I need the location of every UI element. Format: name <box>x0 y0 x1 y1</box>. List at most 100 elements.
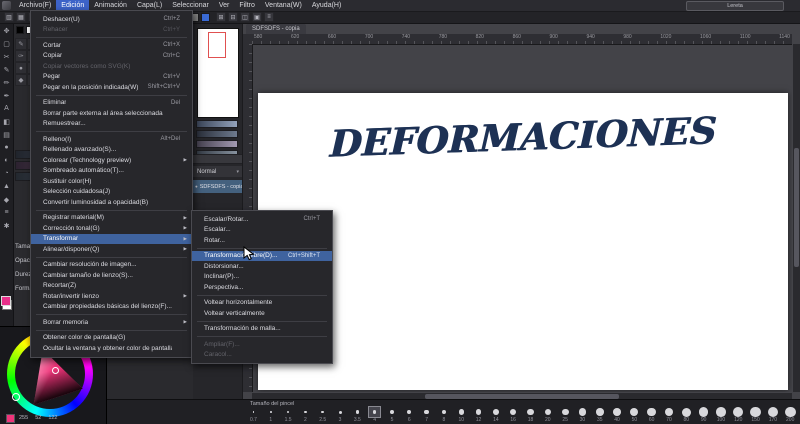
edit-menu-option[interactable]: Pegar en la posición indicada(W) Shift+C… <box>31 82 192 93</box>
menu-item[interactable]: Ver <box>214 0 235 11</box>
brush-size-option[interactable]: 50 <box>629 407 640 424</box>
brush-size-option[interactable]: 170 <box>767 406 779 424</box>
transform-submenu-option[interactable]: Rotar... <box>192 235 332 246</box>
edit-menu-option[interactable]: Registrar material(M) ▶ <box>31 213 192 224</box>
navigator-preview[interactable] <box>197 28 239 118</box>
artboard[interactable]: DEFORMACIONES <box>258 93 788 390</box>
edit-menu-option[interactable]: Remuestrear... <box>31 119 192 130</box>
edit-menu-option[interactable]: Corrección tonal(G) ▶ <box>31 223 192 234</box>
tool-button[interactable]: A <box>0 102 13 115</box>
tool-button[interactable]: ≡ <box>0 206 13 219</box>
sv-cursor[interactable] <box>52 367 59 374</box>
edit-menu-option[interactable]: Sustituir color(H) <box>31 176 192 187</box>
brush-size-option[interactable]: 1 <box>265 407 276 424</box>
hue-cursor[interactable] <box>12 393 20 401</box>
tool-button[interactable]: ✏ <box>0 76 13 89</box>
gradient-bar[interactable] <box>196 140 238 148</box>
brush-size-option[interactable]: 7 <box>421 407 432 424</box>
tool-button[interactable]: ✥ <box>0 24 13 37</box>
brush-size-option[interactable]: 12 <box>473 407 484 424</box>
transform-submenu-option[interactable]: Escalar/Rotar... Ctrl+T <box>192 214 332 225</box>
edit-menu-option[interactable]: Selección cuidadosa(J) <box>31 187 192 198</box>
edit-menu-option[interactable]: Convertir luminosidad a opacidad(B) <box>31 197 192 208</box>
transform-submenu-option[interactable]: Ampliar(F)... <box>192 339 332 350</box>
toolbar-icon-button[interactable]: ◫ <box>240 12 250 22</box>
brush-size-option[interactable]: 3.5 <box>352 407 363 424</box>
menu-item[interactable]: Filtro <box>234 0 260 11</box>
edit-menu-option[interactable]: Transformar ▶ <box>31 233 192 244</box>
edit-menu-option[interactable]: Obtener color de pantalla(G) <box>31 333 192 344</box>
tool-button[interactable]: ◆ <box>0 193 13 206</box>
brush-size-option[interactable]: 1.5 <box>283 407 294 424</box>
tool-button[interactable]: ● <box>0 141 13 154</box>
color-chip[interactable] <box>16 26 24 34</box>
edit-menu-option[interactable]: Cambiar resolución de imagen... <box>31 260 192 271</box>
brush-size-option[interactable]: 2.5 <box>317 407 328 424</box>
edit-menu-option[interactable]: Pegar Ctrl+V <box>31 72 192 83</box>
transform-submenu-option[interactable]: Caracol... <box>192 350 332 361</box>
brush-size-option[interactable]: 16 <box>508 407 519 424</box>
menu-item[interactable]: Ventana(W) <box>260 0 307 11</box>
brush-size-option[interactable]: 40 <box>612 407 623 424</box>
transform-submenu-option[interactable]: Transformación de malla... <box>192 324 332 335</box>
transform-submenu-option[interactable]: Voltear horizontalmente <box>192 298 332 309</box>
brush-size-option[interactable]: 18 <box>525 407 536 424</box>
tool-button[interactable]: ▢ <box>0 37 13 50</box>
brush-size-option[interactable]: 200 <box>784 406 796 424</box>
edit-menu-option[interactable]: Copiar Ctrl+C <box>31 51 192 62</box>
tool-button[interactable]: ✂ <box>0 50 13 63</box>
sub-tool-button[interactable]: ◆ <box>15 74 27 86</box>
transform-submenu-option[interactable]: Escalar... <box>192 225 332 236</box>
edit-menu-option[interactable]: Rellenado avanzado(S)... <box>31 145 192 156</box>
edit-menu-option[interactable]: Relleno(I) Alt+Del <box>31 134 192 145</box>
canvas-viewport[interactable]: DEFORMACIONES <box>252 44 792 392</box>
brush-size-option[interactable]: 150 <box>750 406 761 424</box>
toolbar-icon-button[interactable]: ▥ <box>4 12 14 22</box>
gradient-bar[interactable] <box>196 130 238 138</box>
vertical-scrollbar-thumb[interactable] <box>794 148 799 267</box>
brush-size-option[interactable]: 100 <box>715 407 726 424</box>
document-tab[interactable]: SDFSDFS - copia <box>246 24 306 34</box>
brush-size-option[interactable]: 120 <box>733 407 744 424</box>
transform-submenu-option[interactable]: Perspectiva... <box>192 282 332 293</box>
transform-submenu-option[interactable]: Voltear verticalmente <box>192 308 332 319</box>
edit-menu-option[interactable]: Cortar Ctrl+X <box>31 40 192 51</box>
brush-size-option[interactable]: 3 <box>335 407 346 424</box>
edit-menu-option[interactable]: Deshacer(U) Ctrl+Z <box>31 14 192 25</box>
tool-button[interactable]: ✱ <box>0 219 13 232</box>
edit-menu-option[interactable]: Sombreado automático(T)... <box>31 166 192 177</box>
transform-submenu-option[interactable]: Transformación libre(D)... Ctrl+Shift+T <box>192 250 332 261</box>
brush-size-option[interactable]: 0.7 <box>248 407 259 424</box>
toolbar-icon-button[interactable]: ▣ <box>252 12 262 22</box>
sub-tool-button[interactable]: ● <box>15 62 27 74</box>
edit-menu-option[interactable]: Cambiar propiedades básicas del lienzo(F… <box>31 302 192 313</box>
app-icon[interactable] <box>2 1 11 10</box>
foreground-background-colors[interactable] <box>1 296 12 310</box>
edit-menu-option[interactable]: Colorear (Technology preview) ▶ <box>31 155 192 166</box>
transform-submenu-option[interactable]: Distorsionar... <box>192 261 332 272</box>
brush-size-option[interactable]: 30 <box>577 407 588 424</box>
menu-item[interactable]: Ayuda(H) <box>307 0 346 11</box>
edit-menu-option[interactable]: Cambiar tamaño de lienzo(S)... <box>31 270 192 281</box>
foreground-color[interactable] <box>1 296 11 306</box>
brush-size-option[interactable]: 70 <box>664 407 675 424</box>
brush-size-option[interactable]: 14 <box>490 407 501 424</box>
brush-size-option[interactable]: 4 <box>368 406 382 424</box>
edit-menu-option[interactable]: Borrar memoria ▶ <box>31 317 192 328</box>
edit-menu-option[interactable]: Alinear/disponer(Q) ▶ <box>31 244 192 255</box>
tool-button[interactable]: ✎ <box>0 63 13 76</box>
transform-submenu-option[interactable]: Inclinar(P)... <box>192 272 332 283</box>
toolbar-icon-button[interactable]: ⊟ <box>228 12 238 22</box>
brush-size-option[interactable]: 20 <box>542 407 553 424</box>
sub-tool-button[interactable]: ✑ <box>15 50 27 62</box>
brush-size-option[interactable]: 6 <box>404 407 415 424</box>
edit-menu-option[interactable]: Borrar parte externa al área seleccionad… <box>31 108 192 119</box>
brush-size-option[interactable]: 25 <box>560 407 571 424</box>
vertical-scrollbar[interactable] <box>793 44 800 392</box>
edit-menu-option[interactable]: Rehacer Ctrl+Y <box>31 25 192 36</box>
toolbar-icon-button[interactable]: ≡ <box>264 12 274 22</box>
edit-menu-option[interactable]: Recortar(Z) <box>31 281 192 292</box>
blend-mode-select[interactable]: Normal ▾ <box>193 166 242 177</box>
edit-menu-option[interactable]: Copiar vectores como SVG(K) <box>31 61 192 72</box>
toolbar-color-swatch[interactable] <box>201 12 210 22</box>
